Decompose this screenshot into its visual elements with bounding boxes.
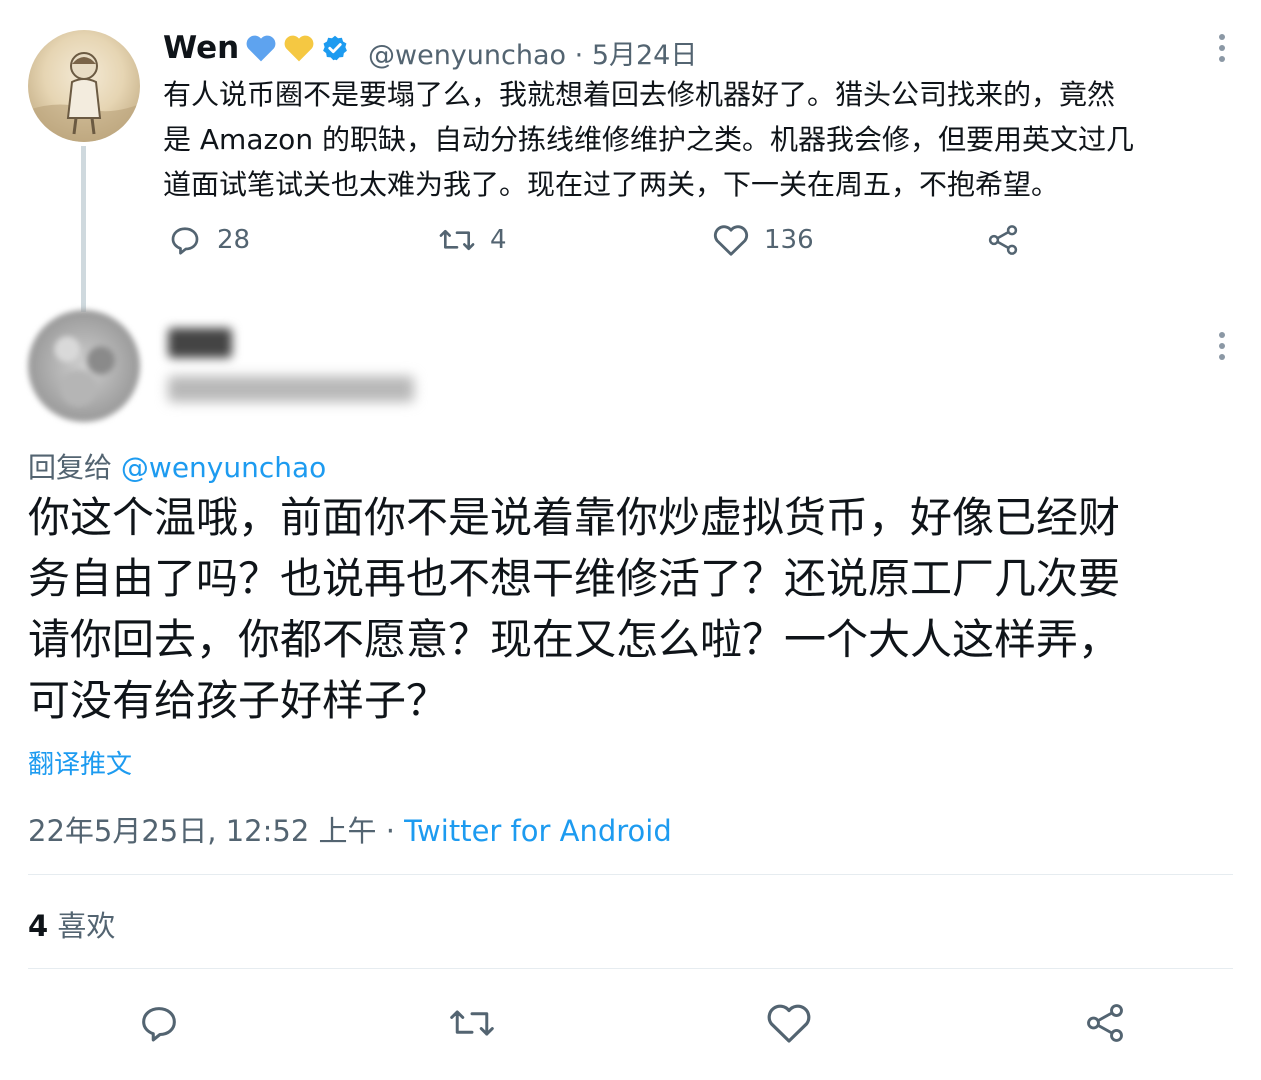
- reply-icon: [136, 1000, 182, 1046]
- tweet-text-line: 你这个温哦，前面你不是说着靠你炒虚拟货币，好像已经财: [28, 493, 1121, 542]
- tweet-text-line: 务自由了吗？也说再也不想干维修活了？还说原工厂几次要: [28, 554, 1121, 603]
- reply-button[interactable]: 28: [167, 222, 250, 258]
- tweet-text-line: 道面试笔试关也太难为我了。现在过了两关，下一关在周五，不抱希望。: [163, 168, 1060, 201]
- likes-label: 喜欢: [57, 909, 116, 943]
- retweet-icon: [438, 222, 476, 258]
- author-handle-date[interactable]: @wenyunchao · 5月24日: [368, 33, 697, 72]
- like-count: 136: [764, 225, 814, 255]
- tweet-date[interactable]: 5月24日: [592, 40, 698, 71]
- heart-icon: [765, 1000, 813, 1046]
- verified-badge-icon[interactable]: [321, 34, 349, 62]
- share-icon: [1082, 1000, 1128, 1046]
- thread-connector-line: [81, 146, 86, 312]
- avatar[interactable]: [28, 30, 140, 142]
- retweet-button[interactable]: [448, 1000, 496, 1046]
- meta-separator: ·: [385, 814, 395, 848]
- divider: [28, 968, 1233, 969]
- reply-count: 28: [217, 225, 251, 255]
- blue-heart-icon: [245, 33, 277, 63]
- like-button[interactable]: 136: [712, 222, 814, 258]
- replying-to: 回复给 @wenyunchao: [28, 446, 326, 486]
- tweet-text-line: 有人说币圈不是要塌了么，我就想着回去修机器好了。猎头公司找来的，竟然: [163, 78, 1116, 111]
- divider: [28, 874, 1233, 875]
- tweet-text: 有人说币圈不是要塌了么，我就想着回去修机器好了。猎头公司找来的，竟然 是 Ama…: [163, 72, 1223, 207]
- share-button[interactable]: [985, 222, 1021, 258]
- tweet-text-line: 可没有给孩子好样子？: [28, 676, 449, 725]
- author-name-row[interactable]: Wen: [163, 30, 349, 66]
- yellow-heart-icon: [283, 33, 315, 63]
- avatar[interactable]: [28, 310, 140, 422]
- author-handle[interactable]: @wenyunchao: [368, 40, 566, 71]
- share-button[interactable]: [1082, 1000, 1128, 1046]
- reply-button[interactable]: [136, 1000, 182, 1046]
- translate-tweet-link[interactable]: 翻译推文: [28, 744, 132, 781]
- tweet-timestamp[interactable]: 22年5月25日, 12:52 上午: [28, 814, 376, 848]
- tweet-text: 你这个温哦，前面你不是说着靠你炒虚拟货币，好像已经财 务自由了吗？也说再也不想干…: [28, 487, 1233, 731]
- likes-count: 4: [28, 909, 49, 943]
- tweet-actions: 28 4 136: [163, 222, 1063, 262]
- retweet-icon: [448, 1000, 496, 1046]
- tweet-text-line: 是 Amazon 的职缺，自动分拣线维修维护之类。机器我会修，但要用英文过几: [163, 123, 1134, 156]
- replying-to-handle[interactable]: @wenyunchao: [121, 451, 326, 484]
- likes-summary[interactable]: 4 喜欢: [28, 903, 115, 945]
- retweet-button[interactable]: 4: [438, 222, 507, 258]
- tweet-client-link[interactable]: Twitter for Android: [404, 814, 672, 848]
- author-name-blurred[interactable]: [168, 328, 232, 358]
- more-options-icon[interactable]: [1219, 34, 1227, 62]
- like-button[interactable]: [765, 1000, 813, 1046]
- reply-icon: [167, 222, 203, 258]
- retweet-count: 4: [490, 225, 507, 255]
- more-options-icon[interactable]: [1219, 332, 1227, 360]
- tweet-actions: [0, 1000, 1261, 1048]
- avatar-illustration: [28, 52, 140, 142]
- author-name[interactable]: Wen: [163, 30, 239, 66]
- meta-separator: ·: [574, 40, 584, 71]
- share-icon: [985, 222, 1021, 258]
- author-handle-blurred[interactable]: [168, 376, 414, 402]
- replying-to-label: 回复给: [28, 451, 113, 484]
- heart-icon: [712, 222, 750, 258]
- tweet-text-line: 请你回去，你都不愿意？现在又怎么啦？一个大人这样弄，: [28, 615, 1121, 664]
- tweet-meta: 22年5月25日, 12:52 上午 · Twitter for Android: [28, 808, 672, 850]
